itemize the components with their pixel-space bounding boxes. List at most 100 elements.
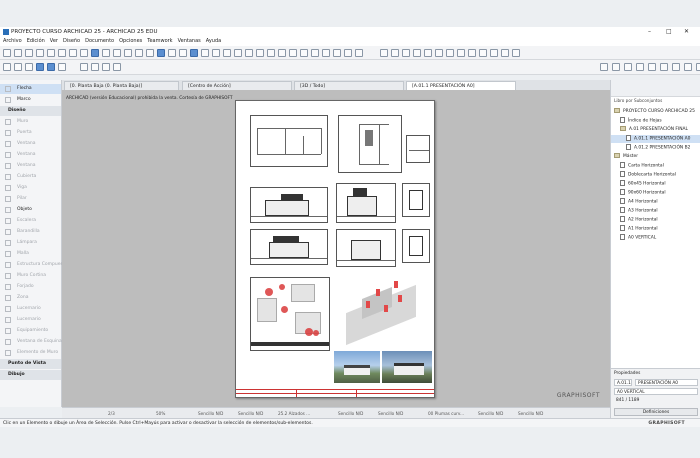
- toolbar-icon[interactable]: [512, 49, 520, 57]
- toolbar-icon[interactable]: [47, 63, 55, 71]
- layout-canvas[interactable]: ARCHICAD (versión Educacional) prohibida…: [62, 90, 610, 407]
- elevation-east-drawing[interactable]: [336, 183, 396, 223]
- elevation-south-drawing[interactable]: [250, 229, 328, 265]
- toolbar-icon[interactable]: [435, 49, 443, 57]
- tool-item[interactable]: Equipamiento: [0, 326, 61, 336]
- toolbar-icon[interactable]: [300, 49, 308, 57]
- toolbar-icon[interactable]: [289, 49, 297, 57]
- tool-item[interactable]: Ventana: [0, 150, 61, 160]
- minimize-button[interactable]: –: [648, 27, 651, 37]
- toolbar-icon[interactable]: [58, 63, 66, 71]
- toolbar-icon[interactable]: [311, 49, 319, 57]
- tool-item[interactable]: Marco: [0, 95, 61, 105]
- toolbar-icon[interactable]: [402, 49, 410, 57]
- toolbar-icon[interactable]: [256, 49, 264, 57]
- section-design[interactable]: Diseño: [0, 106, 61, 116]
- toolbar-icon[interactable]: [424, 49, 432, 57]
- navigator-tree-item[interactable]: A.01 PRESENTACIÓN FINAL: [611, 126, 700, 134]
- navigator-tree-item[interactable]: Carta Horizontal: [611, 162, 700, 170]
- tool-item[interactable]: Zona: [0, 293, 61, 303]
- navigator-tree-item[interactable]: Máster: [611, 153, 700, 161]
- menu-item-1[interactable]: Edición: [27, 37, 45, 46]
- section-drawing[interactable]: Dibujo: [0, 370, 61, 380]
- toolbar-icon[interactable]: [355, 49, 363, 57]
- menu-item-5[interactable]: Opciones: [119, 37, 142, 46]
- toolbar-icon[interactable]: [47, 49, 55, 57]
- toolbar-icon[interactable]: [25, 49, 33, 57]
- toolbar-icon[interactable]: [600, 63, 608, 71]
- toolbar-icon[interactable]: [91, 63, 99, 71]
- axonometric-drawing[interactable]: [336, 277, 430, 346]
- toolbar-icon[interactable]: [413, 49, 421, 57]
- floor-plan-upper-drawing[interactable]: [338, 115, 402, 173]
- toolbar-icon[interactable]: [391, 49, 399, 57]
- toolbar-icon[interactable]: [624, 63, 632, 71]
- toolbar-icon[interactable]: [124, 49, 132, 57]
- tool-item[interactable]: Flecha: [0, 84, 61, 94]
- menu-item-8[interactable]: Ayuda: [206, 37, 221, 46]
- tool-item[interactable]: Viga: [0, 183, 61, 193]
- menu-item-7[interactable]: Ventanas: [178, 37, 201, 46]
- toolbar-icon[interactable]: [672, 63, 680, 71]
- menu-item-3[interactable]: Diseño: [63, 37, 80, 46]
- tool-item[interactable]: Lámpara: [0, 238, 61, 248]
- toolbar-icon[interactable]: [234, 49, 242, 57]
- navigator-tree-item[interactable]: Doblecarta Horizontal: [611, 171, 700, 179]
- master-layout-field[interactable]: A0 VERTICAL: [614, 388, 698, 395]
- toolbar-icon[interactable]: [223, 49, 231, 57]
- toolbar-icon[interactable]: [501, 49, 509, 57]
- toolbar-icon[interactable]: [468, 49, 476, 57]
- elevation-north-drawing[interactable]: [250, 187, 328, 223]
- detail-drawing[interactable]: [406, 135, 430, 163]
- toolbar-icon[interactable]: [58, 49, 66, 57]
- toolbar-icon[interactable]: [113, 63, 121, 71]
- toolbar-icon[interactable]: [25, 63, 33, 71]
- menu-item-6[interactable]: Teamwork: [147, 37, 172, 46]
- toolbar-icon[interactable]: [36, 63, 44, 71]
- navigator-tree-item[interactable]: PROYECTO CURSO ARCHICAD 25: [611, 108, 700, 116]
- toolbar-icon[interactable]: [479, 49, 487, 57]
- toolbar-icon[interactable]: [3, 63, 11, 71]
- toolbar-icon[interactable]: [3, 49, 11, 57]
- tab-3[interactable]: [A.01.1 PRESENTACIÓN A0]: [406, 81, 516, 90]
- toolbar-icon[interactable]: [278, 49, 286, 57]
- toolbar-icon[interactable]: [648, 63, 656, 71]
- toolbar-icon[interactable]: [660, 63, 668, 71]
- navigator-tree-item[interactable]: 60x45 Horizontal: [611, 180, 700, 188]
- toolbar-icon[interactable]: [80, 49, 88, 57]
- navigator-tree-item[interactable]: A0 VERTICAL: [611, 234, 700, 242]
- toolbar-icon[interactable]: [36, 49, 44, 57]
- toolbar-icon[interactable]: [179, 49, 187, 57]
- tab-0[interactable]: [0. Planta Baja (0. Planta Baja)]: [64, 81, 179, 90]
- maximize-button[interactable]: □: [666, 27, 672, 37]
- tool-item[interactable]: Ventana: [0, 161, 61, 171]
- toolbar-icon[interactable]: [344, 49, 352, 57]
- layout-id-field[interactable]: A.01.1: [614, 379, 632, 386]
- tab-1[interactable]: [Centro de Acción]: [182, 81, 292, 90]
- layout-name-field[interactable]: PRESENTACIÓN A0: [635, 379, 698, 386]
- layout-sheet[interactable]: [235, 100, 435, 398]
- floor-plan-drawing[interactable]: [250, 115, 328, 167]
- toolbar-icon[interactable]: [168, 49, 176, 57]
- site-plan-drawing[interactable]: [250, 277, 330, 351]
- tool-item[interactable]: Estructura Compuesta: [0, 260, 67, 270]
- toolbar-icon[interactable]: [157, 49, 165, 57]
- navigator-tree-item[interactable]: A.01.2 PRESENTACIÓN B2: [611, 144, 700, 152]
- tool-item[interactable]: Cubierta: [0, 172, 61, 182]
- section-drawing-2[interactable]: [402, 229, 430, 263]
- menu-item-4[interactable]: Documento: [85, 37, 114, 46]
- toolbar-icon[interactable]: [212, 49, 220, 57]
- navigator-tree-item[interactable]: Índice de Hojas: [611, 117, 700, 125]
- navigator-tree-item[interactable]: 90x60 Horizontal: [611, 189, 700, 197]
- toolbar-icon[interactable]: [446, 49, 454, 57]
- toolbar-icon[interactable]: [91, 49, 99, 57]
- toolbar-icon[interactable]: [201, 49, 209, 57]
- settings-button[interactable]: Definiciones: [614, 408, 698, 416]
- tool-item[interactable]: Lucernario: [0, 315, 61, 325]
- toolbar-icon[interactable]: [190, 49, 198, 57]
- toolbar-icon[interactable]: [135, 49, 143, 57]
- toolbar-icon[interactable]: [102, 63, 110, 71]
- toolbar-icon[interactable]: [612, 63, 620, 71]
- toolbar-icon[interactable]: [146, 49, 154, 57]
- toolbar-icon[interactable]: [14, 63, 22, 71]
